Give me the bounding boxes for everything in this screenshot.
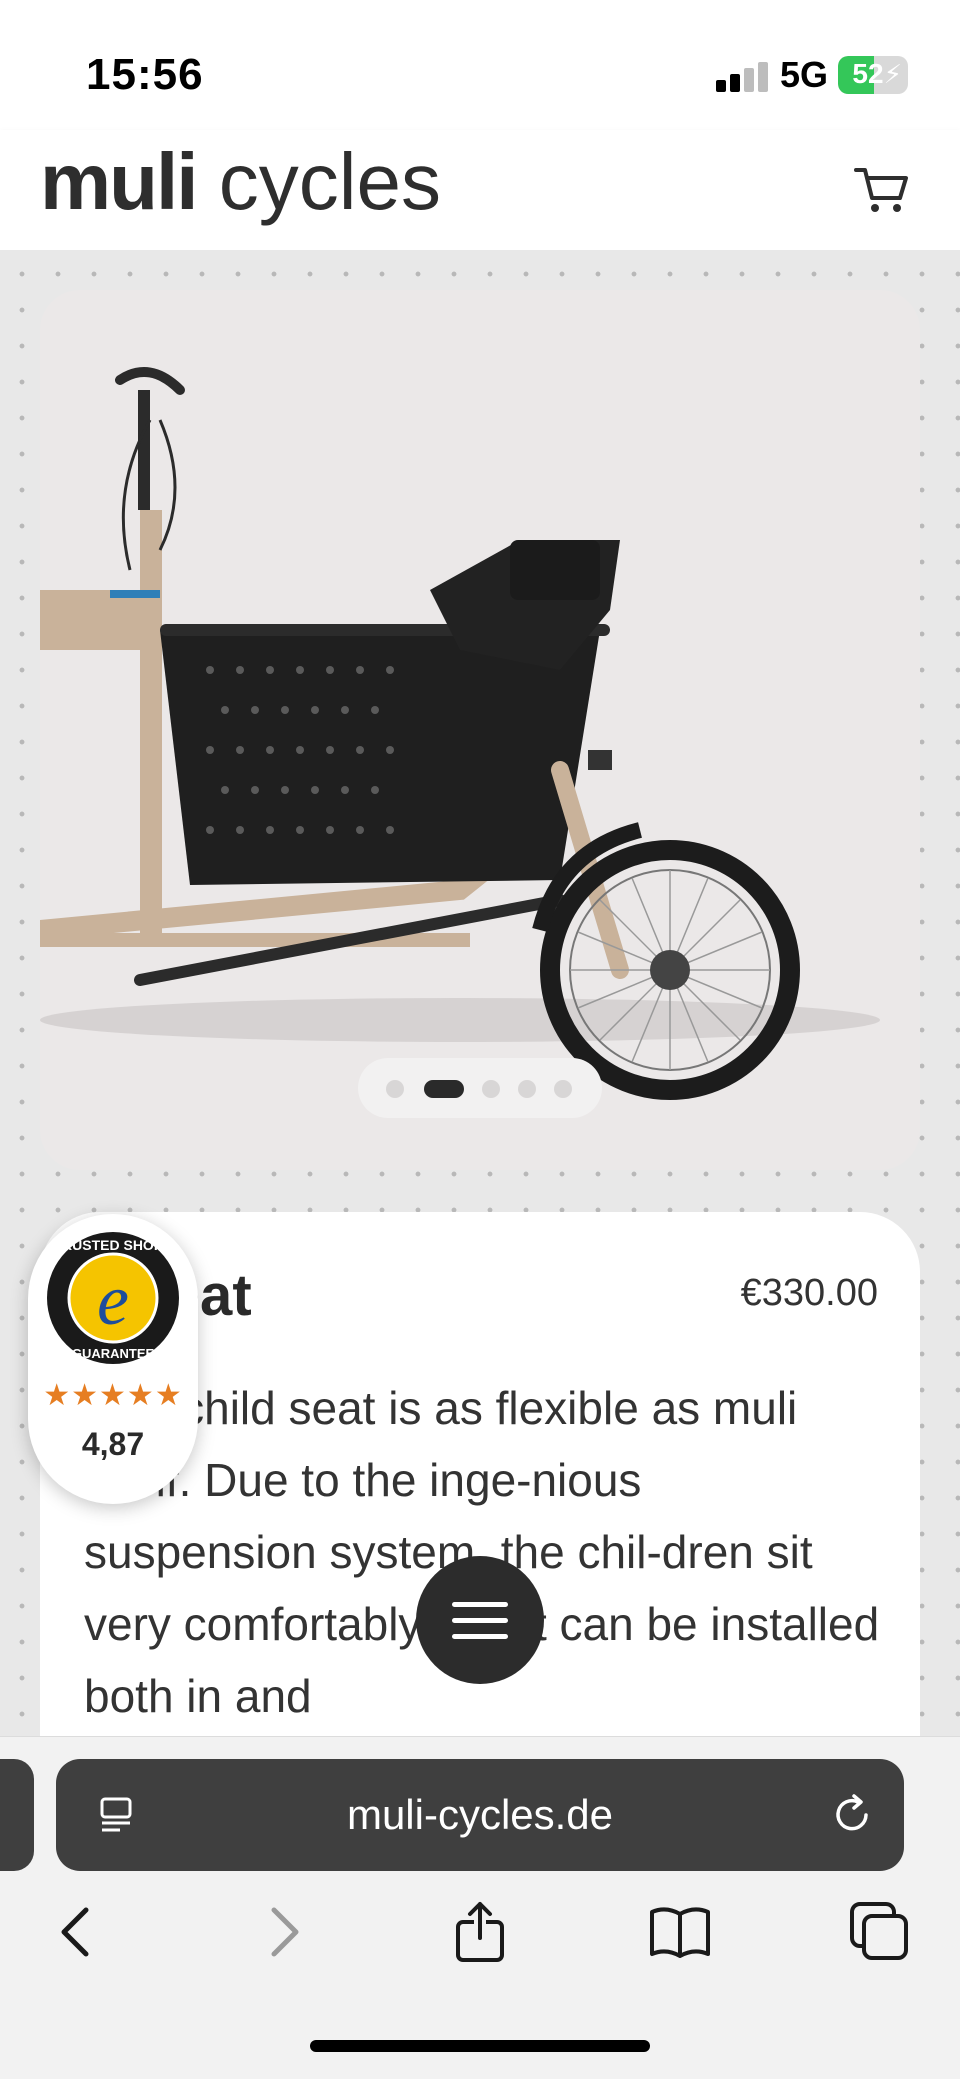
seal-top-text: TRUSTED SHOPS (53, 1237, 172, 1253)
seal-bottom-text: GUARANTEE (72, 1346, 155, 1361)
url-text[interactable]: muli-cycles.de (56, 1791, 904, 1839)
seal-letter: e (97, 1260, 129, 1340)
reload-icon[interactable] (828, 1791, 876, 1839)
hamburger-menu-icon (452, 1602, 508, 1607)
share-icon[interactable] (448, 1900, 512, 1964)
carousel-dot-active[interactable] (424, 1080, 464, 1098)
product-image-carousel[interactable] (40, 290, 920, 1170)
trusted-shops-badge[interactable]: e TRUSTED SHOPS GUARANTEE ★★★★★ 4,87 (28, 1214, 198, 1504)
carousel-dot[interactable] (386, 1080, 404, 1098)
status-bar: 15:56 5G 52 ⚡ (0, 0, 960, 130)
tabs-icon[interactable] (848, 1900, 912, 1964)
signal-icon (716, 58, 772, 92)
product-price: €330.00 (740, 1272, 878, 1314)
carousel-dot[interactable] (518, 1080, 536, 1098)
cart-icon[interactable] (852, 160, 912, 220)
previous-tab[interactable] (0, 1759, 34, 1871)
network-type: 5G (780, 54, 829, 95)
site-header: muli cycles (0, 130, 960, 250)
forward-icon[interactable] (250, 1900, 314, 1964)
carousel-dot[interactable] (482, 1080, 500, 1098)
rating-stars: ★★★★★ (43, 1379, 183, 1412)
carousel-dot[interactable] (554, 1080, 572, 1098)
carousel-indicator[interactable] (358, 1058, 602, 1118)
status-time: 15:56 (86, 50, 204, 99)
back-icon[interactable] (46, 1900, 110, 1964)
hamburger-menu-button[interactable] (416, 1556, 544, 1684)
brand-name-bold: muli (40, 137, 198, 226)
rating-value: 4,87 (81, 1426, 145, 1462)
battery-icon: 52 ⚡ (838, 56, 908, 94)
address-bar[interactable]: muli-cycles.de (56, 1759, 904, 1871)
brand-logo[interactable]: muli cycles (40, 142, 441, 222)
brand-name-light: cycles (218, 137, 441, 226)
bookmarks-icon[interactable] (648, 1900, 712, 1964)
cargo-bike-image (40, 367, 880, 1100)
home-indicator[interactable] (310, 2040, 650, 2052)
trusted-shops-seal-icon: e TRUSTED SHOPS GUARANTEE (47, 1232, 179, 1364)
